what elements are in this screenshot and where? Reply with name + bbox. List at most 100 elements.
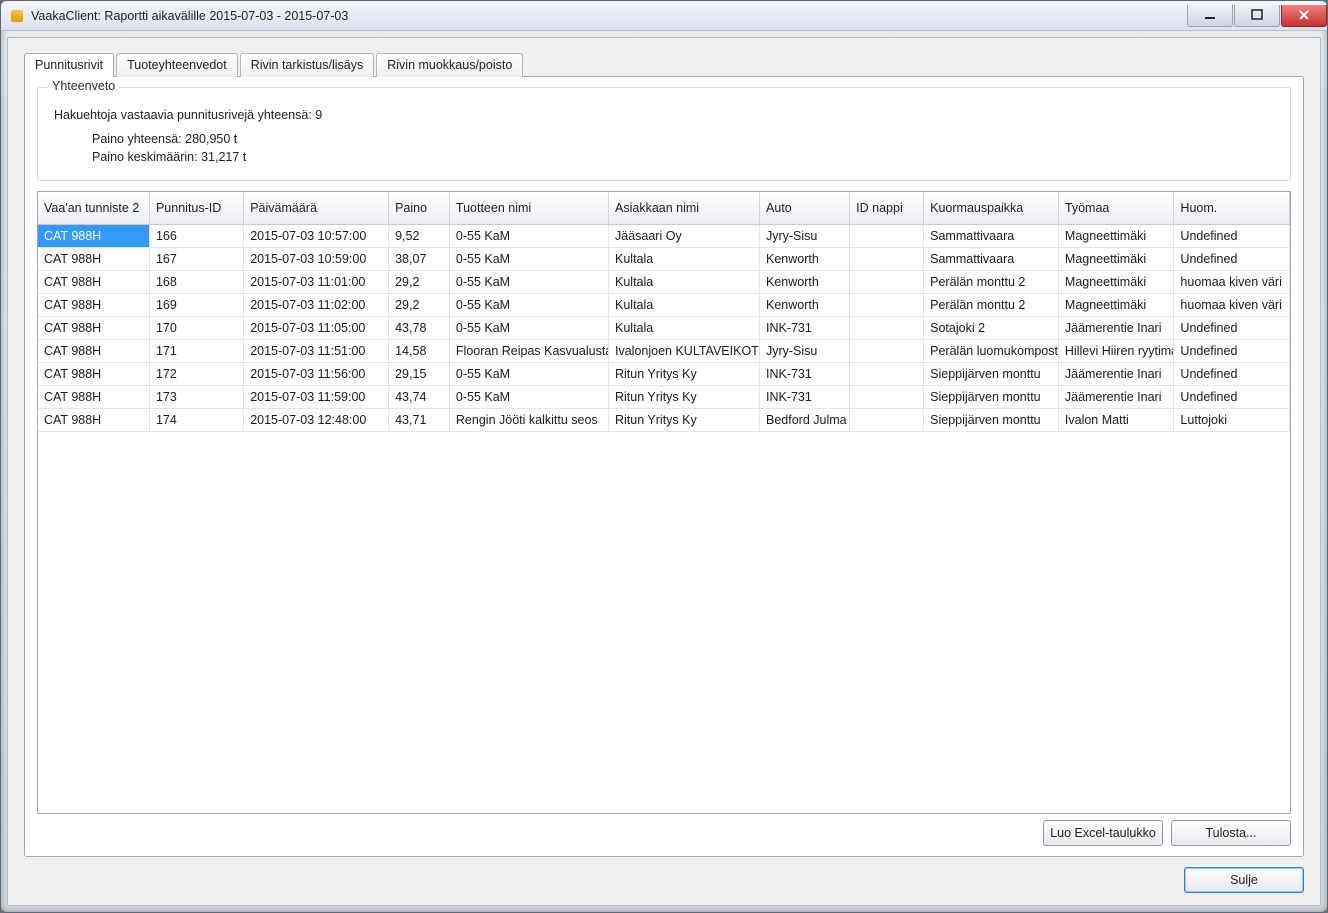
table-cell[interactable]: INK-731: [759, 362, 849, 385]
table-cell[interactable]: INK-731: [759, 385, 849, 408]
tab-rivin-muokkaus[interactable]: Rivin muokkaus/poisto: [376, 53, 523, 77]
table-cell[interactable]: 29,2: [389, 270, 450, 293]
titlebar[interactable]: VaakaClient: Raportti aikavälille 2015-0…: [1, 1, 1327, 31]
column-header[interactable]: ID nappi: [850, 192, 924, 224]
table-row[interactable]: CAT 988H1662015-07-03 10:57:009,520-55 K…: [38, 224, 1290, 247]
table-cell[interactable]: 2015-07-03 11:56:00: [244, 362, 389, 385]
table-cell[interactable]: CAT 988H: [38, 247, 149, 270]
close-dialog-button[interactable]: Sulje: [1184, 867, 1304, 893]
table-cell[interactable]: Luttojoki: [1174, 408, 1290, 431]
table-cell[interactable]: Jääsaari Oy: [609, 224, 760, 247]
table-cell[interactable]: [850, 270, 924, 293]
table-cell[interactable]: Magneettimäki: [1058, 270, 1174, 293]
column-header[interactable]: Auto: [759, 192, 849, 224]
column-header[interactable]: Vaa'an tunniste 2: [38, 192, 149, 224]
table-cell[interactable]: 2015-07-03 11:02:00: [244, 293, 389, 316]
table-cell[interactable]: Flooran Reipas Kasvualusta: [449, 339, 608, 362]
minimize-button[interactable]: [1187, 5, 1233, 27]
table-cell[interactable]: Sieppijärven monttu: [924, 408, 1059, 431]
table-row[interactable]: CAT 988H1682015-07-03 11:01:0029,20-55 K…: [38, 270, 1290, 293]
table-row[interactable]: CAT 988H1702015-07-03 11:05:0043,780-55 …: [38, 316, 1290, 339]
table-cell[interactable]: Perälän monttu 2: [924, 293, 1059, 316]
table-cell[interactable]: huomaa kiven väri: [1174, 270, 1290, 293]
table-cell[interactable]: 174: [149, 408, 243, 431]
table-cell[interactable]: Jyry-Sisu: [759, 339, 849, 362]
table-cell[interactable]: Ivalon Matti: [1058, 408, 1174, 431]
table-cell[interactable]: Undefined: [1174, 362, 1290, 385]
table-cell[interactable]: Hillevi Hiiren ryytimaa: [1058, 339, 1174, 362]
table-cell[interactable]: 43,74: [389, 385, 450, 408]
table-cell[interactable]: 38,07: [389, 247, 450, 270]
table-cell[interactable]: CAT 988H: [38, 339, 149, 362]
table-cell[interactable]: Sammattivaara: [924, 224, 1059, 247]
table-cell[interactable]: Sieppijärven monttu: [924, 362, 1059, 385]
table-cell[interactable]: CAT 988H: [38, 224, 149, 247]
table-cell[interactable]: Kultala: [609, 293, 760, 316]
table-cell[interactable]: 2015-07-03 11:59:00: [244, 385, 389, 408]
table-row[interactable]: CAT 988H1672015-07-03 10:59:0038,070-55 …: [38, 247, 1290, 270]
column-header[interactable]: Tuotteen nimi: [449, 192, 608, 224]
tab-rivin-tarkistus[interactable]: Rivin tarkistus/lisäys: [240, 53, 375, 77]
tab-tuoteyhteenvedot[interactable]: Tuoteyhteenvedot: [116, 53, 238, 77]
table-cell[interactable]: 168: [149, 270, 243, 293]
table-cell[interactable]: 14,58: [389, 339, 450, 362]
column-header[interactable]: Työmaa: [1058, 192, 1174, 224]
table-cell[interactable]: 43,78: [389, 316, 450, 339]
table-cell[interactable]: Jyry-Sisu: [759, 224, 849, 247]
table-row[interactable]: CAT 988H1712015-07-03 11:51:0014,58Floor…: [38, 339, 1290, 362]
table-cell[interactable]: [850, 385, 924, 408]
table-cell[interactable]: 0-55 KaM: [449, 270, 608, 293]
table-row[interactable]: CAT 988H1722015-07-03 11:56:0029,150-55 …: [38, 362, 1290, 385]
table-cell[interactable]: Bedford Julma: [759, 408, 849, 431]
table-cell[interactable]: Undefined: [1174, 247, 1290, 270]
table-cell[interactable]: Kultala: [609, 270, 760, 293]
table-cell[interactable]: Undefined: [1174, 339, 1290, 362]
table-cell[interactable]: [850, 224, 924, 247]
table-cell[interactable]: Magneettimäki: [1058, 224, 1174, 247]
table-cell[interactable]: Ritun Yritys Ky: [609, 385, 760, 408]
table-cell[interactable]: Magneettimäki: [1058, 247, 1174, 270]
column-header[interactable]: Huom.: [1174, 192, 1290, 224]
table-cell[interactable]: 0-55 KaM: [449, 362, 608, 385]
table-row[interactable]: CAT 988H1692015-07-03 11:02:0029,20-55 K…: [38, 293, 1290, 316]
table-cell[interactable]: Kenworth: [759, 293, 849, 316]
table-cell[interactable]: 0-55 KaM: [449, 224, 608, 247]
table-cell[interactable]: Ivalonjoen KULTAVEIKOT: [609, 339, 760, 362]
close-button[interactable]: [1281, 5, 1327, 27]
table-cell[interactable]: Sotajoki 2: [924, 316, 1059, 339]
column-header[interactable]: Punnitus-ID: [149, 192, 243, 224]
column-header[interactable]: Päivämäärä: [244, 192, 389, 224]
column-header[interactable]: Asiakkaan nimi: [609, 192, 760, 224]
table-cell[interactable]: 2015-07-03 10:57:00: [244, 224, 389, 247]
table-cell[interactable]: [850, 247, 924, 270]
table-cell[interactable]: CAT 988H: [38, 408, 149, 431]
table-cell[interactable]: Perälän luomukomposti: [924, 339, 1059, 362]
table-cell[interactable]: CAT 988H: [38, 270, 149, 293]
table-cell[interactable]: Jäämerentie Inari: [1058, 316, 1174, 339]
column-header[interactable]: Paino: [389, 192, 450, 224]
table-cell[interactable]: 29,2: [389, 293, 450, 316]
table-cell[interactable]: 173: [149, 385, 243, 408]
table-cell[interactable]: Rengin Jööti kalkittu seos: [449, 408, 608, 431]
table-cell[interactable]: [850, 316, 924, 339]
data-grid[interactable]: Vaa'an tunniste 2Punnitus-IDPäivämääräPa…: [37, 191, 1291, 814]
table-cell[interactable]: 2015-07-03 11:51:00: [244, 339, 389, 362]
table-cell[interactable]: Perälän monttu 2: [924, 270, 1059, 293]
table-row[interactable]: CAT 988H1742015-07-03 12:48:0043,71Rengi…: [38, 408, 1290, 431]
table-cell[interactable]: Ritun Yritys Ky: [609, 362, 760, 385]
table-cell[interactable]: CAT 988H: [38, 385, 149, 408]
table-cell[interactable]: CAT 988H: [38, 362, 149, 385]
table-cell[interactable]: 2015-07-03 11:01:00: [244, 270, 389, 293]
table-cell[interactable]: [850, 293, 924, 316]
table-cell[interactable]: 0-55 KaM: [449, 247, 608, 270]
table-cell[interactable]: 0-55 KaM: [449, 293, 608, 316]
table-cell[interactable]: 2015-07-03 10:59:00: [244, 247, 389, 270]
table-cell[interactable]: 172: [149, 362, 243, 385]
table-cell[interactable]: Kenworth: [759, 270, 849, 293]
table-cell[interactable]: [850, 339, 924, 362]
table-cell[interactable]: Undefined: [1174, 385, 1290, 408]
table-cell[interactable]: Kultala: [609, 316, 760, 339]
table-cell[interactable]: Ritun Yritys Ky: [609, 408, 760, 431]
table-cell[interactable]: 2015-07-03 12:48:00: [244, 408, 389, 431]
table-cell[interactable]: Undefined: [1174, 316, 1290, 339]
